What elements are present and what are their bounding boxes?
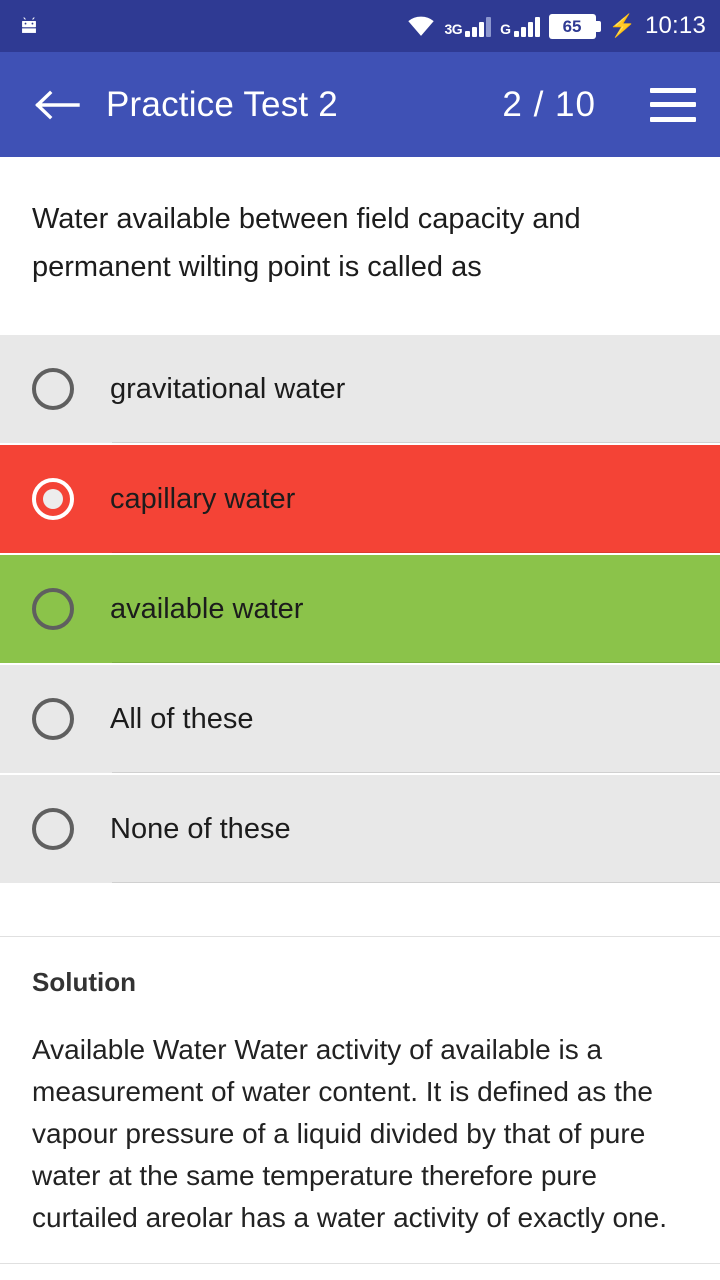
- status-bar: 3G G 65 ⚡ 10:13: [0, 0, 720, 52]
- wifi-icon: [408, 16, 435, 36]
- sim1-network-label: 3G: [444, 20, 463, 37]
- radio-button-icon[interactable]: [32, 808, 74, 850]
- sim1-signal: 3G: [444, 16, 492, 37]
- option-row[interactable]: gravitational water: [0, 335, 720, 443]
- hamburger-menu-icon[interactable]: [650, 87, 696, 122]
- bottom-strip: [0, 1264, 720, 1280]
- back-arrow-icon[interactable]: [34, 88, 80, 122]
- battery-icon: 65: [548, 13, 601, 39]
- option-label: available water: [110, 592, 304, 625]
- status-bar-clock: 10:13: [644, 12, 706, 39]
- sim2-network-label: G: [500, 20, 511, 37]
- radio-button-icon[interactable]: [32, 368, 74, 410]
- solution-heading: Solution: [32, 967, 136, 997]
- option-label: capillary water: [110, 482, 296, 515]
- charging-bolt-icon: ⚡: [608, 13, 636, 38]
- sim1-signal-bars-icon: [465, 16, 492, 37]
- option-label: None of these: [110, 812, 291, 845]
- answer-options-list: gravitational water capillary water avai…: [0, 335, 720, 885]
- sim2-signal-bars-icon: [513, 16, 540, 37]
- sim2-signal: G: [500, 16, 540, 37]
- status-bar-right: 3G G 65 ⚡ 10:13: [407, 12, 706, 39]
- solution-text: Available Water Water activity of availa…: [32, 1034, 667, 1233]
- question-counter: 2 / 10: [502, 84, 596, 124]
- radio-button-selected-icon[interactable]: [32, 478, 74, 520]
- question-text: Water available between field capacity a…: [32, 203, 581, 283]
- status-bar-left: [16, 13, 42, 39]
- question-area: Water available between field capacity a…: [0, 157, 720, 335]
- option-label: gravitational water: [110, 372, 346, 405]
- android-robot-icon: [22, 17, 36, 33]
- option-row[interactable]: All of these: [0, 665, 720, 773]
- page-title: Practice Test 2: [106, 84, 338, 124]
- option-row[interactable]: available water: [0, 555, 720, 663]
- options-solution-divider: [0, 885, 720, 937]
- radio-button-icon[interactable]: [32, 698, 74, 740]
- battery-level-text: 65: [562, 16, 582, 36]
- app-bar: Practice Test 2 2 / 10: [0, 52, 720, 157]
- solution-section: Solution Available Water Water activity …: [0, 937, 720, 1263]
- quiz-screen: 3G G 65 ⚡ 10:13 Practice Test 2 2 / 10 W…: [0, 0, 720, 1280]
- option-row[interactable]: None of these: [0, 775, 720, 883]
- option-label: All of these: [110, 702, 254, 735]
- option-row[interactable]: capillary water: [0, 445, 720, 553]
- radio-button-icon[interactable]: [32, 588, 74, 630]
